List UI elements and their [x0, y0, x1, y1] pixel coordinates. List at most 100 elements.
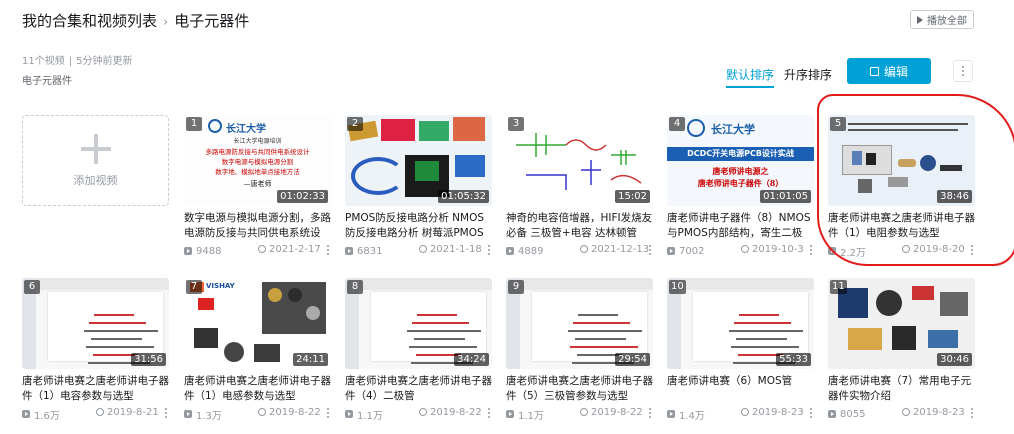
- play-all-button[interactable]: 播放全部: [910, 10, 974, 29]
- sort-default-tab[interactable]: 默认排序: [726, 66, 775, 88]
- edit-button[interactable]: 编辑: [847, 58, 931, 84]
- video-card[interactable]: 3 15:02 神奇的电容倍增器，HIFI发烧友必备 三极管+电容 达林顿管+电…: [506, 115, 653, 258]
- video-card[interactable]: 9 29:54 唐老师讲电赛之唐老师讲电子器件（5）三极管参数与选型 1.1万 …: [506, 278, 653, 422]
- play-count: 2.2万: [840, 247, 866, 259]
- video-title[interactable]: 神奇的电容倍增器，HIFI发烧友必备 三极管+电容 达林顿管+电容: [506, 211, 653, 241]
- video-title[interactable]: 唐老师讲电赛之唐老师讲电子器件（1）电容参数与选型: [22, 374, 169, 404]
- card-more-icon[interactable]: [488, 245, 490, 255]
- video-stats: 1.1万 2019-8-22: [506, 407, 653, 422]
- video-title[interactable]: 唐老师讲电赛之唐老师讲电子器件（4）二极管: [345, 374, 492, 404]
- card-more-icon[interactable]: [649, 245, 651, 255]
- video-duration: 55:33: [776, 353, 811, 366]
- video-thumbnail[interactable]: 11 30:46: [828, 278, 975, 369]
- breadcrumb-separator: ›: [163, 15, 169, 30]
- video-thumbnail[interactable]: 10 55:33: [667, 278, 814, 369]
- video-title[interactable]: 唐老师讲电赛（7）常用电子元器件实物介绍: [828, 374, 975, 404]
- thumb-logo-text: 长江大学: [711, 123, 755, 136]
- video-card[interactable]: 2 01:05:32 PMOS防反接电路分析 NMOS防反接电路分析 树莓派PM…: [345, 115, 492, 258]
- play-count: 7002: [679, 245, 705, 257]
- video-index: 5: [830, 117, 846, 131]
- play-count-icon: [184, 410, 192, 418]
- play-count-icon: [506, 247, 514, 255]
- university-logo: [687, 119, 705, 137]
- video-thumbnail[interactable]: 8 34:24: [345, 278, 492, 369]
- play-icon: [917, 15, 923, 24]
- video-thumbnail[interactable]: 3 15:02: [506, 115, 653, 206]
- video-index: 1: [186, 117, 202, 131]
- card-more-icon[interactable]: [649, 408, 651, 418]
- video-index: 7: [186, 280, 202, 294]
- breadcrumb: 我的合集和视频列表 › 电子元器件: [22, 10, 249, 31]
- collection-description: 电子元器件: [22, 76, 72, 87]
- video-duration: 29:54: [615, 353, 650, 366]
- card-more-icon[interactable]: [971, 245, 973, 255]
- video-title[interactable]: 唐老师讲电赛之唐老师讲电子器件（1）电阻参数与选型: [828, 211, 975, 241]
- video-thumbnail[interactable]: 2 01:05:32: [345, 115, 492, 206]
- video-card[interactable]: 8 34:24 唐老师讲电赛之唐老师讲电子器件（4）二极管 1.1万 2019-…: [345, 278, 492, 422]
- video-title[interactable]: PMOS防反接电路分析 NMOS防反接电路分析 树莓派PMOS理想二极: [345, 211, 492, 241]
- play-count-icon: [345, 410, 353, 418]
- card-more-icon[interactable]: [488, 408, 490, 418]
- play-count-icon: [184, 247, 192, 255]
- upload-date: 2019-8-22: [258, 407, 321, 418]
- video-card[interactable]: 长江大学 长江大学电源培训 多路电源防反接与共同供电系统设计 数字电源与模拟电源…: [184, 115, 331, 258]
- video-duration: 01:01:05: [760, 190, 811, 203]
- card-more-icon[interactable]: [327, 408, 329, 418]
- video-card[interactable]: 10 55:33 唐老师讲电赛（6）MOS管 1.4万 2019-8-23: [667, 278, 814, 422]
- video-card[interactable]: 5 38:46 唐老师讲电赛之唐老师讲电子器件（1）电阻参数与选型 2.2万 2…: [828, 115, 975, 259]
- video-index: 3: [508, 117, 524, 131]
- play-count: 1.4万: [679, 410, 705, 422]
- sort-asc-tab[interactable]: 升序排序: [784, 66, 832, 83]
- video-thumbnail[interactable]: 9 29:54: [506, 278, 653, 369]
- play-count-icon: [828, 410, 836, 418]
- play-count: 6831: [357, 245, 383, 257]
- video-title[interactable]: 唐老师讲电赛之唐老师讲电子器件（5）三极管参数与选型: [506, 374, 653, 404]
- card-more-icon[interactable]: [810, 245, 812, 255]
- video-thumbnail[interactable]: 6 31:56: [22, 278, 169, 369]
- upload-date: 2019-8-20: [902, 244, 965, 255]
- video-stats: 1.3万 2019-8-22: [184, 407, 331, 422]
- upload-date: 2019-8-23: [902, 407, 965, 418]
- university-logo: [208, 119, 222, 133]
- video-card[interactable]: 11 30:46 唐老师讲电赛（7）常用电子元器件实物介绍 8055 2019-…: [828, 278, 975, 421]
- video-stats: 1.6万 2019-8-21: [22, 407, 169, 422]
- video-title[interactable]: 唐老师讲电赛之唐老师讲电子器件（1）电感参数与选型: [184, 374, 331, 404]
- play-count: 4889: [518, 245, 544, 257]
- video-duration: 30:46: [937, 353, 972, 366]
- play-count: 1.1万: [357, 410, 383, 422]
- video-stats: 8055 2019-8-23: [828, 407, 975, 421]
- video-card[interactable]: 6 31:56 唐老师讲电赛之唐老师讲电子器件（1）电容参数与选型 1.6万 2…: [22, 278, 169, 422]
- breadcrumb-root-link[interactable]: 我的合集和视频列表: [22, 12, 157, 30]
- video-thumbnail[interactable]: 长江大学 DCDC开关电源PCB设计实战 唐老师讲电源之 唐老师讲电子器件（8） …: [667, 115, 814, 206]
- video-thumbnail[interactable]: 长江大学 长江大学电源培训 多路电源防反接与共同供电系统设计 数字电源与模拟电源…: [184, 115, 331, 206]
- more-options-button[interactable]: [953, 60, 973, 82]
- video-card[interactable]: 长江大学 DCDC开关电源PCB设计实战 唐老师讲电源之 唐老师讲电子器件（8） …: [667, 115, 814, 258]
- card-more-icon[interactable]: [327, 245, 329, 255]
- add-video-label: 添加视频: [73, 173, 118, 187]
- updated-time: 5分钟前更新: [76, 56, 133, 67]
- add-video-card[interactable]: 添加视频: [22, 115, 169, 206]
- video-duration: 01:02:33: [277, 190, 328, 203]
- card-more-icon[interactable]: [971, 408, 973, 418]
- video-thumbnail[interactable]: VISHAY 7 24:11: [184, 278, 331, 369]
- video-stats: 7002 2019-10-3: [667, 244, 814, 258]
- video-title[interactable]: 数字电源与模拟电源分割，多路电源防反接与共同供电系统设计，数: [184, 211, 331, 241]
- video-title[interactable]: 唐老师讲电子器件（8）NMOS与PMOS内部结构，寄生二极管，体: [667, 211, 814, 241]
- play-count-icon: [345, 247, 353, 255]
- play-count-icon: [667, 410, 675, 418]
- thumb-brand: VISHAY: [206, 282, 235, 290]
- video-stats: 1.4万 2019-8-23: [667, 407, 814, 422]
- play-count-icon: [828, 247, 836, 255]
- play-count-icon: [667, 247, 675, 255]
- card-more-icon[interactable]: [165, 408, 167, 418]
- video-card[interactable]: VISHAY 7 24:11 唐老师讲电赛之唐老师讲电子器件（1）电感参数与选型…: [184, 278, 331, 422]
- video-duration: 01:05:32: [438, 190, 489, 203]
- play-all-label: 播放全部: [927, 16, 967, 27]
- video-title[interactable]: 唐老师讲电赛（6）MOS管: [667, 374, 814, 404]
- upload-date: 2019-8-23: [741, 407, 804, 418]
- video-thumbnail[interactable]: 5 38:46: [828, 115, 975, 206]
- card-more-icon[interactable]: [810, 408, 812, 418]
- play-count: 9488: [196, 245, 222, 257]
- thumb-logo-text: 长江大学: [226, 124, 266, 135]
- upload-date: 2019-10-3: [741, 244, 804, 255]
